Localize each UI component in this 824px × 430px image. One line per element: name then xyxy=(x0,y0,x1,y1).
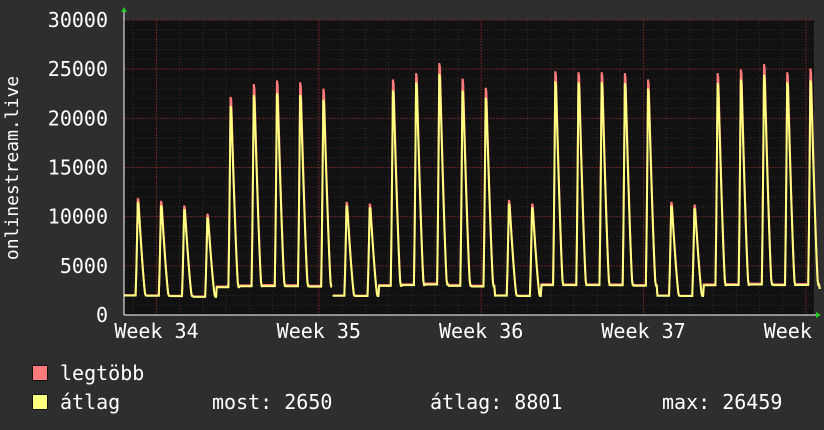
stat-average: átlag: 8801 xyxy=(430,390,563,414)
stat-current: most: 2650 xyxy=(212,390,333,414)
y-axis-label: onlinestream.live xyxy=(2,76,23,260)
stat-max: max: 26459 xyxy=(662,390,783,414)
legend-label-avg: átlag xyxy=(60,390,121,414)
y-tick-label: 25000 xyxy=(48,57,108,81)
y-tick-label: 5000 xyxy=(60,254,108,278)
x-tick-label: Week 35 xyxy=(277,319,361,343)
legend-label-max: legtöbb xyxy=(60,361,145,385)
legend-swatch-max xyxy=(32,365,48,381)
legend-swatch-avg xyxy=(32,394,48,410)
y-tick-label: 0 xyxy=(96,303,108,327)
x-tick-label: Week 37 xyxy=(601,319,685,343)
y-tick-label: 15000 xyxy=(48,156,108,180)
y-tick-label: 10000 xyxy=(48,205,108,229)
y-tick-label: 20000 xyxy=(48,106,108,130)
y-tick-label: 30000 xyxy=(48,8,108,32)
x-tick-label: Week 38 xyxy=(764,319,824,343)
x-tick-label: Week 34 xyxy=(114,319,198,343)
x-tick-label: Week 36 xyxy=(439,319,523,343)
